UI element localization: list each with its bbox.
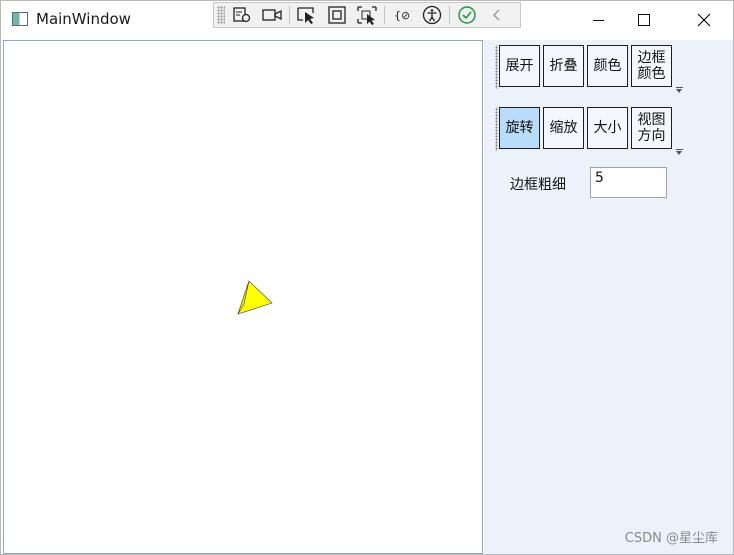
scale-button[interactable]: 缩放 [543,107,584,149]
toolbar-transform: 旋转 缩放 大小 视图 方向 [495,107,685,155]
toolbar-display: 展开 折叠 颜色 边框 颜色 [495,45,685,93]
svg-text:{⊘}: {⊘} [394,9,412,22]
rotate-button[interactable]: 旋转 [499,107,540,149]
collapse-button[interactable]: 折叠 [543,45,584,87]
watermark: CSDN @星尘库 [624,531,718,546]
title-bar[interactable]: MainWindow {⊘} [1,1,733,39]
live-visual-tree-icon[interactable] [229,4,255,26]
maximize-icon [638,14,650,26]
chevron-down-icon [676,151,682,155]
toolbar-overflow-button[interactable] [675,107,685,155]
toolbar-separator [384,6,385,24]
track-focus-icon[interactable] [354,4,380,26]
color-button[interactable]: 颜色 [587,45,628,87]
toolbar-separator [449,6,450,24]
close-button[interactable] [681,1,727,39]
select-element-icon[interactable] [294,4,320,26]
main-window: MainWindow {⊘} [0,0,734,555]
window-icon [12,12,28,26]
3d-viewport[interactable] [3,40,483,554]
border-thickness-label: 边框粗细 [510,177,566,193]
toolbar-grip[interactable] [495,107,498,151]
size-button[interactable]: 大小 [587,107,628,149]
maximize-button[interactable] [621,1,667,39]
toolbar-grip[interactable] [495,45,498,89]
close-icon [697,13,711,27]
toolbar-overflow-button[interactable] [675,45,685,93]
window-title: MainWindow [36,10,131,28]
minimize-icon [592,19,604,21]
pyramid-shape[interactable] [4,41,482,553]
border-thickness-input[interactable]: 5 [590,167,667,198]
toolbar-grip[interactable] [217,6,225,24]
display-adorners-icon[interactable] [324,4,350,26]
hot-reload-ok-icon[interactable] [454,4,480,26]
binding-failures-icon[interactable]: {⊘} [389,4,415,26]
minimize-button[interactable] [575,1,621,39]
accessibility-icon[interactable] [419,4,445,26]
control-panel: 展开 折叠 颜色 边框 颜色 旋转 缩放 大小 视图 方向 边框粗细 5 CSD… [484,40,733,554]
border-color-button[interactable]: 边框 颜色 [631,45,672,87]
view-direction-button[interactable]: 视图 方向 [631,107,672,149]
expand-button[interactable]: 展开 [499,45,540,87]
overflow-line [676,149,683,150]
overflow-line [676,87,683,88]
toolbar-separator [289,6,290,24]
collapse-icon[interactable] [484,4,510,26]
record-icon[interactable] [259,4,285,26]
chevron-down-icon [676,89,682,93]
xaml-debug-toolbar: {⊘} [213,2,521,28]
